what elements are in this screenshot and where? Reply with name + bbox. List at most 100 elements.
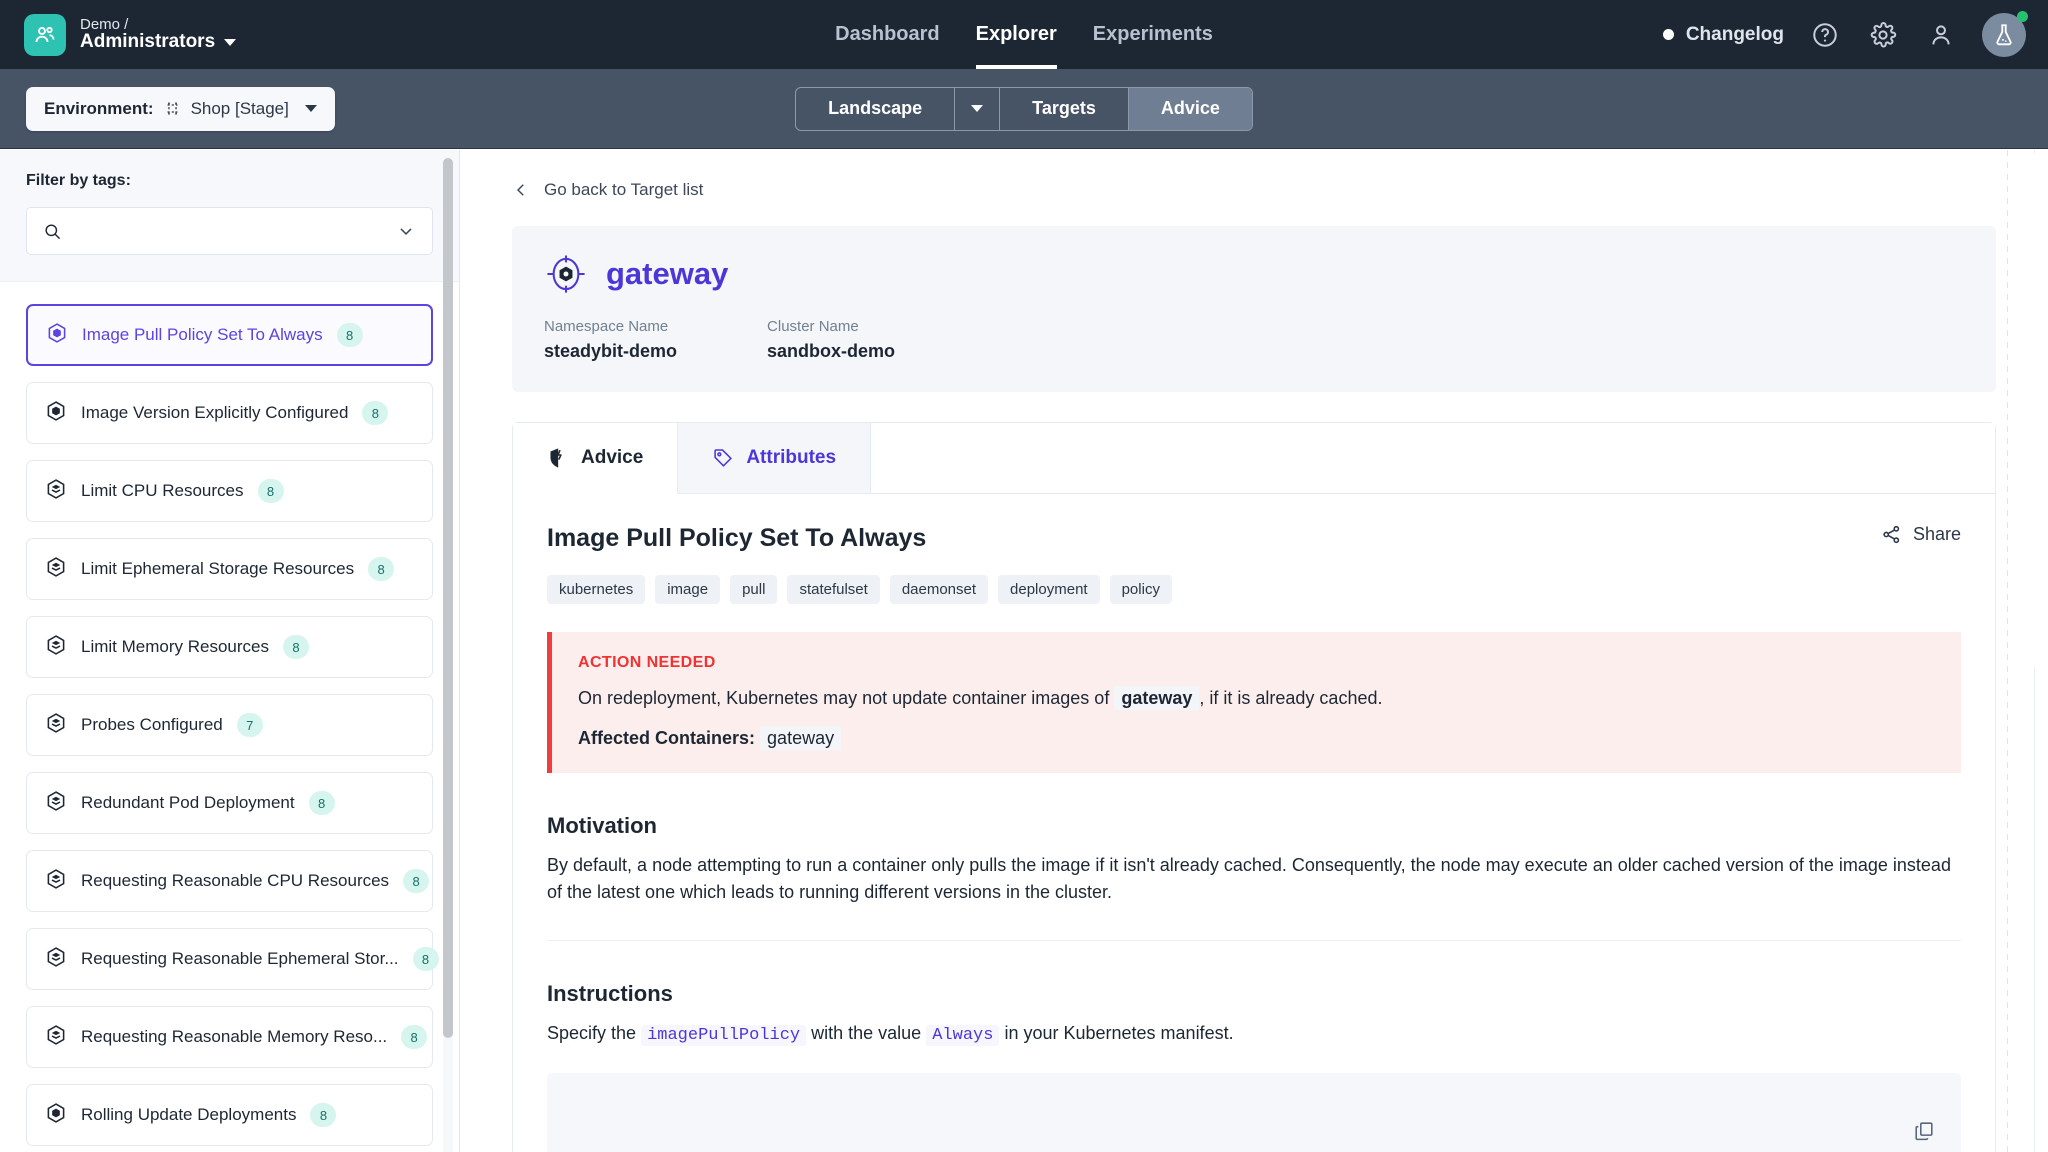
chevron-down-icon[interactable]	[396, 221, 416, 241]
team-switcher[interactable]: Administrators	[80, 32, 237, 52]
advice-list-item[interactable]: Limit Memory Resources 8	[26, 616, 433, 678]
instructions-code-1: imagePullPolicy	[641, 1025, 807, 1047]
hexagon-layers-icon	[47, 712, 65, 733]
alert-container-chip: gateway	[1114, 686, 1200, 710]
advice-list-item[interactable]: Requesting Reasonable Ephemeral Stor... 8	[26, 928, 439, 990]
affected-containers-row: Affected Containers: gateway	[578, 726, 1935, 751]
share-button[interactable]: Share	[1881, 524, 1961, 545]
sidebar-scrollbar-thumb[interactable]	[443, 158, 453, 1038]
settings-button[interactable]	[1866, 18, 1900, 52]
tab-advice[interactable]: Advice	[1128, 87, 1252, 130]
top-header: Demo / Administrators Dashboard Explorer…	[0, 0, 2048, 69]
namespace-value: steadybit-demo	[544, 341, 678, 361]
nav-experiments[interactable]: Experiments	[1093, 0, 1213, 69]
frame-icon	[167, 102, 178, 115]
breadcrumb-org: Demo /	[80, 15, 129, 33]
advice-item-count: 8	[310, 1103, 337, 1127]
filter-panel: Filter by tags:	[0, 150, 459, 282]
account-button[interactable]	[1924, 18, 1958, 52]
environment-selector[interactable]: Environment: Shop [Stage]	[26, 86, 335, 131]
advice-detail-body: Image Pull Policy Set To Always Share ku	[513, 494, 1995, 1152]
advice-list-item[interactable]: Probes Configured 7	[26, 694, 433, 756]
gear-icon	[1870, 21, 1897, 48]
flask-icon	[1996, 23, 2012, 45]
tab-landscape[interactable]: Landscape	[796, 87, 956, 130]
advice-list-item[interactable]: Requesting Reasonable Memory Reso... 8	[26, 1006, 433, 1068]
advice-list-item[interactable]: Limit CPU Resources 8	[26, 460, 433, 522]
advice-list-item[interactable]: Image Version Explicitly Configured 8	[26, 382, 433, 444]
hexagon-layers-icon	[45, 478, 67, 505]
advice-item-label: Limit Memory Resources	[81, 637, 269, 656]
instructions-text-before: Specify the	[547, 1023, 637, 1044]
tab-targets[interactable]: Targets	[1000, 87, 1129, 130]
hexagon-layers-icon	[47, 790, 65, 811]
tab-attributes[interactable]: Attributes	[678, 423, 872, 493]
tag-filter-field[interactable]	[26, 207, 433, 255]
nav-explorer[interactable]: Explorer	[975, 0, 1057, 69]
advice-item-label: Image Pull Policy Set To Always	[82, 325, 323, 344]
dot-icon	[1662, 29, 1674, 40]
advice-tag: statefulset	[787, 575, 880, 604]
question-circle-icon	[1813, 22, 1837, 47]
caret-down-icon	[971, 105, 984, 112]
advice-item-label: Redundant Pod Deployment	[81, 793, 295, 812]
lab-mode-button[interactable]	[1982, 10, 2028, 57]
advice-list-item[interactable]: Requesting Reasonable CPU Resources 8	[26, 850, 433, 912]
instructions-code-2: Always	[926, 1025, 1000, 1047]
hexagon-layers-icon	[45, 634, 67, 661]
caret-down-icon	[304, 105, 317, 112]
body-area: Filter by tags: Image Pull Policy Set To…	[0, 150, 2048, 1152]
users-icon	[35, 26, 55, 42]
advice-item-count: 8	[308, 791, 335, 815]
hexagon-layers-icon	[47, 868, 65, 889]
hexagon-layers-icon	[47, 556, 65, 577]
caret-down-icon	[224, 38, 237, 46]
tab-attributes-label: Attributes	[746, 447, 837, 468]
cluster-label: Cluster Name	[767, 318, 859, 335]
motivation-heading: Motivation	[547, 813, 657, 839]
copy-code-button[interactable]	[1750, 1095, 1935, 1152]
changelog-button[interactable]: Changelog	[1662, 24, 1784, 46]
landscape-dropdown-button[interactable]	[955, 87, 1001, 130]
header-actions: Changelog	[1662, 0, 2028, 69]
sub-header: Environment: Shop [Stage] Landscape Targ…	[0, 69, 2048, 149]
hexagon-layers-icon	[45, 946, 67, 973]
search-input[interactable]	[72, 222, 386, 240]
alert-kicker: ACTION NEEDED	[578, 654, 716, 671]
advice-item-label: Limit Ephemeral Storage Resources	[81, 559, 355, 578]
motivation-body: By default, a node attempting to run a c…	[547, 855, 1951, 903]
alert-text-after: , if it is already cached.	[1199, 688, 1383, 708]
advice-item-label: Requesting Reasonable CPU Resources	[81, 871, 390, 890]
brand-block[interactable]: Demo / Administrators	[0, 13, 237, 56]
instructions-section: Instructions Specify the imagePullPolicy…	[547, 981, 1961, 1152]
share-icon	[1883, 525, 1900, 544]
advice-list-item[interactable]: Limit Ephemeral Storage Resources 8	[26, 538, 433, 600]
instructions-text-middle: with the value	[811, 1023, 922, 1044]
nav-dashboard[interactable]: Dashboard	[835, 0, 939, 69]
advice-list: Image Pull Policy Set To Always 8 Image Ve…	[0, 282, 459, 1152]
go-back-link[interactable]: Go back to Target list	[512, 180, 1996, 200]
instructions-text-after: in your Kubernetes manifest.	[1004, 1023, 1234, 1044]
lab-status-badge	[2017, 10, 2028, 22]
advice-tag: image	[655, 575, 721, 604]
advice-list-item[interactable]: Redundant Pod Deployment 8	[26, 772, 433, 834]
instructions-heading: Instructions	[547, 981, 673, 1007]
main-content: Go back to Target list gateway Namespace…	[460, 150, 2048, 1152]
tab-advice-detail[interactable]: Advice	[513, 423, 679, 494]
hexagon-layers-icon	[45, 1024, 67, 1051]
advice-list-item[interactable]: Image Pull Policy Set To Always 8	[26, 304, 433, 366]
alert-message: On redeployment, Kubernetes may not upda…	[578, 685, 1935, 711]
advice-item-label: Rolling Update Deployments	[81, 1105, 297, 1124]
advice-item-label: Image Version Explicitly Configured	[81, 403, 349, 422]
advice-item-count: 8	[401, 1025, 428, 1049]
advice-list-item[interactable]: Rolling Update Deployments 8	[26, 1084, 433, 1146]
crosshair-target-icon	[547, 255, 585, 293]
advice-detail-title: Image Pull Policy Set To Always	[547, 524, 927, 552]
yaml-code-block: apiVersion: v1kind: Podspec: containers:…	[547, 1072, 1961, 1152]
tag-icon	[714, 449, 733, 467]
go-back-label: Go back to Target list	[544, 180, 704, 199]
main-scrollbar-thumb[interactable]	[2034, 150, 2046, 670]
advice-tag: policy	[1109, 575, 1172, 604]
help-button[interactable]	[1808, 18, 1842, 52]
action-needed-alert: ACTION NEEDED On redeployment, Kubernete…	[547, 632, 1961, 774]
